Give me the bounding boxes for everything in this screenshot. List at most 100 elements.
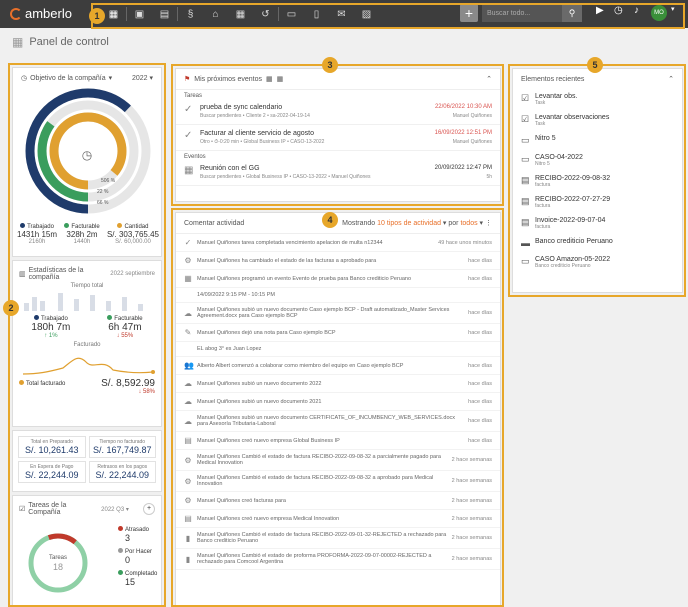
activity-filter[interactable]: 10 tipos de actividad [377,220,441,227]
status-value: 3 [125,533,131,543]
user-filter[interactable]: todos [460,220,477,227]
activity-text: Manuel Quiñones creó nuevo empresa Globa… [197,437,340,444]
recent-item[interactable]: ▤ Invoice-2022-09-07-04 factura [513,213,682,234]
briefcase-icon[interactable]: ▤ [152,4,177,24]
activity-item[interactable]: ▮ Manuel Quiñones Cambió el estado de fac… [176,528,500,549]
activity-item[interactable]: ✓ Manuel Quiñones tarea completada vencim… [176,234,500,252]
activity-item[interactable]: ☁ Manuel Quiñones subió un nuevo document… [176,411,500,432]
chevron-down-icon[interactable]: ▾ [109,74,113,82]
recent-item[interactable]: ▭ Nitro 5 [513,131,682,150]
activity-time: 2 hace semanas [451,535,492,541]
activity-item[interactable]: ▦ Manuel Quiñones programó un evento Even… [176,270,500,288]
activity-item[interactable]: ▤ Manuel Quiñones creó nuevo empresa Glob… [176,432,500,450]
status-dot [118,526,123,531]
callout-5: 5 [587,57,603,73]
activity-time: 2 hace semanas [451,515,492,522]
document-icon[interactable]: ▯ [304,4,329,24]
activity-item[interactable]: ⚙ Manuel Quiñones Cambió el estado de fac… [176,450,500,471]
timer-icon[interactable]: ◷ [614,5,623,16]
legend-value: 328h 2m [66,230,98,239]
money-grid: Total en Preparado S/. 10,261.43 Tiempo no… [18,436,156,483]
money-item: Total en Preparado S/. 10,261.43 [18,436,86,458]
add-button[interactable]: + [460,4,478,22]
money-item: Retrasos en los pagos S/. 22,244.09 [88,461,156,483]
legend-item: Cantidad S/. 303,765.45 S/. 60,000.00 [107,223,159,245]
gear-icon: ⚙ [184,496,192,505]
event-row[interactable]: ✓ Facturar al cliente servicio de agosto O… [176,125,500,151]
search-input[interactable]: Buscar todo... [482,10,562,17]
recent-subtitle: factura [535,182,551,188]
recent-list: ☑ Levantar obs. Task ☑ Levantar observacione… [513,89,682,273]
recent-item[interactable]: ▤ RECIBO-2022-07-27-29 factura [513,192,682,213]
add-task-button[interactable]: + [143,503,155,515]
status-value: 15 [125,577,136,587]
activity-time: hace días [468,437,492,444]
event-row[interactable]: ▦ Reunión con el GG Buscar pendientes • Gl… [176,160,500,186]
target-icon: ◷ [21,75,28,82]
activity-item[interactable]: ☁ Manuel Quiñones subió un nuevo document… [176,375,500,393]
folder-icon[interactable]: ▭ [279,4,304,24]
activity-item[interactable]: ✎ Manuel Quiñones dejó una nota para Caso… [176,324,500,342]
bell-icon[interactable]: ♪ [634,5,639,16]
pct-label: 22 % [97,189,109,195]
chevron-down-icon[interactable]: ▾ [671,5,675,13]
activity-item[interactable]: ⚙ Manuel Quiñones Cambió el estado de fac… [176,471,500,492]
history-icon[interactable]: ↺ [253,4,278,24]
app-logo[interactable]: amberlo [10,6,72,21]
activity-time: hace días [468,310,492,316]
search-icon[interactable]: ⚲ [562,4,582,22]
image-icon[interactable]: ▨ [354,4,379,24]
chevron-up-icon[interactable]: ⌃ [668,75,674,83]
activity-item[interactable]: ▮ Manuel Quiñones Cambió el estado de pro… [176,549,500,570]
recent-item[interactable]: ▬ Banco crediticio Peruano [513,234,682,252]
mail-icon[interactable]: ✉ [329,4,354,24]
billed-curve [22,357,155,375]
avatar[interactable]: MO [651,5,667,21]
activity-item[interactable]: 👥 Alberto Albert comenzó a colaborar como… [176,357,500,375]
worked-value: 180h 7m [31,322,71,333]
month-select[interactable]: 2022 septiembre [110,271,155,277]
add-task-icon[interactable]: ▦ [277,75,284,83]
activity-list: ✓ Manuel Quiñones tarea completada vencim… [176,234,500,570]
recent-title: Levantar obs. [535,93,578,100]
activity-item[interactable]: ☁ Manuel Quiñones subió un nuevo document… [176,393,500,411]
add-event-icon[interactable]: ▦ [266,75,273,83]
invoice-icon[interactable]: § [178,4,203,24]
quarter-select[interactable]: 2022 Q3 ▾ [101,506,129,513]
legend-value: S/. 303,765.45 [106,230,159,239]
activity-item[interactable]: ☁ Manuel Quiñones subió un nuevo document… [176,303,500,324]
recent-item[interactable]: ☑ Levantar observaciones Task [513,110,682,131]
legend-swatch [64,223,70,228]
activity-item[interactable]: ⚙ Manuel Quiñones creó facturas para 2 hac… [176,492,500,510]
recent-item[interactable]: ▭ CASO Amazon-05-2022 Banco crediticio Per… [513,252,682,273]
activity-item[interactable]: ▤ Manuel Quiñones creó nuevo empresa Medi… [176,510,500,528]
recent-subtitle: factura [535,224,551,230]
legend-target: 1440h [73,239,91,245]
activity-item[interactable]: ⚙ Manuel Quiñones ha cambiado el estado d… [176,252,500,270]
legend-swatch [20,223,26,228]
chevron-up-icon[interactable]: ⌃ [486,75,492,83]
search-field[interactable]: Buscar todo... ⚲ [482,4,582,22]
event-date: 22/06/2022 10:30 AM [434,104,492,110]
activity-item[interactable]: 14/09/2022 9:15 PM - 10:15 PM [176,288,500,303]
bank-icon[interactable]: ⌂ [203,4,228,24]
recent-item[interactable]: ☑ Levantar obs. Task [513,89,682,110]
legend-target: 2160h [28,239,46,245]
gear-icon: ⚙ [184,256,192,265]
play-icon[interactable]: ▶ [596,5,604,16]
task-status-list: Atrasado 3 Por Hacer 0 Completado 15 [118,526,157,592]
money-value: S/. 22,244.09 [95,470,150,480]
status-dot [118,570,123,575]
recent-item[interactable]: ▭ CASO-04-2022 Nitro 5 [513,150,682,171]
event-subtitle: Otro • ⏱-0:20 min • Global Business IP •… [200,139,325,145]
activity-item[interactable]: EL abog 3° es Juan Lopez [176,342,500,357]
showing-label: Mostrando [342,220,376,227]
event-row[interactable]: ✓ prueba de sync calendario Buscar pendien… [176,99,500,125]
activity-text: Manuel Quiñones subió un nuevo documento… [197,307,450,319]
recent-item[interactable]: ▤ RECIBO-2022-09-08-32 factura [513,171,682,192]
donut-label: Tareas [49,555,67,561]
year-select[interactable]: 2022 [132,75,148,82]
contacts-icon[interactable]: ▣ [127,4,152,24]
timer-icon: ◷ [82,148,92,162]
calendar-icon[interactable]: ▦ [228,4,253,24]
